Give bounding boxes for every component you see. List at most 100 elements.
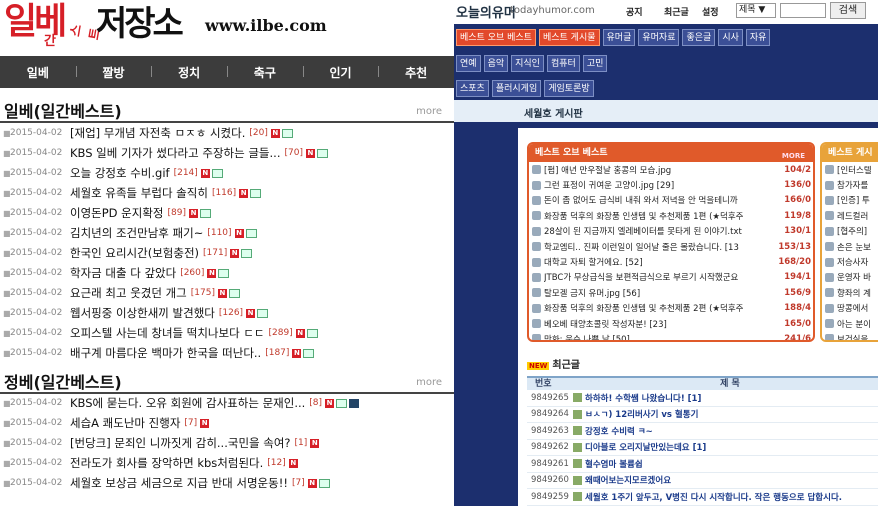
table-row[interactable]: 9849260 왜때어보는지모르겠어요 (527, 473, 878, 489)
post-title[interactable]: 디아블로 오리지날만있는데요 [1] (585, 441, 706, 453)
list-item[interactable]: ■ 2015-04-02 요근래 최고 웃겼던 개그 [175] N (0, 283, 454, 303)
list-item[interactable]: ■ 2015-04-02 [번당크] 문죄인 니까짓게 감히...국민을 속여? [1… (0, 433, 454, 453)
post-title[interactable]: 배구계 마름다운 백마가 한국을 떠난다.. (70, 345, 261, 361)
post-title[interactable]: 학자금 대출 다 갚았다 (70, 265, 176, 281)
post-title[interactable]: 이영돈PD 운지확정 (70, 205, 164, 221)
board-tab[interactable]: 연예 (456, 55, 481, 72)
list-item[interactable]: 만화: 운수 나쁜 날 [50] 241/6 (529, 331, 813, 340)
link-settings[interactable]: 설정 (702, 5, 719, 18)
list-item[interactable]: [인증] 투 (822, 193, 878, 208)
link-recent[interactable]: 최근글 (664, 5, 689, 18)
list-item[interactable]: ■ 2015-04-02 김치년의 조건만남후 패기~ [110] N (0, 223, 454, 243)
nav-politics[interactable]: 정치 (151, 64, 227, 81)
list-item[interactable]: 운영자 바 (822, 270, 878, 285)
list-item[interactable]: 학교엠티.. 진짜 이런일이 일어날 줄은 몰랐습니다. [13 153/13 (529, 239, 813, 254)
list-item[interactable]: [펌] 애년 만우절날 홍콩의 모습.jpg 104/2 (529, 162, 813, 177)
comment-count[interactable]: [126] (219, 308, 243, 318)
list-item[interactable]: 참가자를 (822, 177, 878, 192)
post-title[interactable]: 향좌의 계 (837, 287, 878, 299)
post-title[interactable]: 강정호 수비력 ㅋ~ (585, 425, 653, 437)
list-item[interactable]: ■ 2015-04-02 KBS 일베 기자가 썼다라고 주장하는 글들... [70… (0, 143, 454, 163)
best-of-best-title[interactable]: 베스트 오브 베스트 (535, 148, 608, 158)
table-row[interactable]: 9849262 디아블로 오리지날만있는데요 [1] (527, 440, 878, 456)
post-title[interactable]: JTBC가 무상급식을 보편적급식으로 부르기 시작했군요 (544, 271, 777, 283)
board-tab[interactable]: 컴퓨터 (546, 55, 580, 72)
list-item[interactable]: ■ 2015-04-02 오늘 강정호 수비.gif [214] N (0, 163, 454, 183)
ilbe-logo[interactable]: 일베 간 스트 저장소 www.ilbe.com (0, 0, 454, 56)
list-item[interactable]: ■ 2015-04-02 세월호 보상금 세금으로 지급 반대 서명운동!! [7] N (0, 473, 454, 493)
nav-recommend[interactable]: 추천 (378, 64, 454, 81)
post-title[interactable]: KBS 일베 기자가 썼다라고 주장하는 글들... (70, 145, 280, 161)
board-tab[interactable]: 베스트 오브 베스트 (456, 29, 536, 46)
comment-count[interactable]: [175] (191, 288, 215, 298)
list-item[interactable]: 레드컬러 (822, 208, 878, 223)
board-tab[interactable]: 베스트 게시물 (538, 29, 600, 46)
board-tab[interactable]: 유머자료 (638, 29, 680, 46)
post-title[interactable]: [인터스텔 (837, 164, 878, 176)
best-of-best-more[interactable]: MORE (782, 147, 805, 165)
best-board-header[interactable]: 베스트 게시 (822, 144, 878, 162)
list-item[interactable]: 보건실을 (822, 331, 878, 340)
post-title[interactable]: 돈이 좀 없어도 급식비 내줘 와서 저녁을 안 먹을테니까 (544, 194, 777, 206)
list-item[interactable]: [협주의] (822, 224, 878, 239)
post-title[interactable]: 아는 분이 (837, 318, 878, 330)
comment-count[interactable]: [89] (168, 208, 186, 218)
post-title[interactable]: 그런 표정이 귀여운 고양이.jpg [29] (544, 179, 777, 191)
table-row[interactable]: 9849264 ㅂㅅㄱ) 12리버사기 vs 혈통기 (527, 407, 878, 423)
post-title[interactable]: 김치년의 조건만남후 패기~ (70, 225, 203, 241)
nav-ilbe[interactable]: 일베 (0, 64, 76, 81)
list-item[interactable]: 베오베 태양초콜릿 작성자분! [23] 165/0 (529, 316, 813, 331)
post-title[interactable]: [펌] 애년 만우절날 홍콩의 모습.jpg (544, 164, 777, 176)
nav-popular[interactable]: 인기 (302, 64, 379, 81)
list-item[interactable]: 손은 눈보 (822, 239, 878, 254)
list-item[interactable]: ■ 2015-04-02 웹서핑중 이상한새끼 발견했다 [126] N (0, 303, 454, 323)
table-row[interactable]: 9849263 강정호 수비력 ㅋ~ (527, 423, 878, 440)
list-item[interactable]: JTBC가 무상급식을 보편적급식으로 부르기 시작했군요 194/1 (529, 270, 813, 285)
post-title[interactable]: 오피스텔 사는데 창녀들 떡치나보다 ㄷㄷ (70, 325, 264, 341)
post-title[interactable]: 손은 눈보 (837, 241, 878, 253)
comment-count[interactable]: [8] (309, 398, 322, 408)
comment-count[interactable]: [20] (249, 128, 267, 138)
post-title[interactable]: 세월호 유족들 부럽다 솔직히 (70, 185, 208, 201)
post-title[interactable]: 레드컬러 (837, 210, 878, 222)
post-title[interactable]: 세월호 보상금 세금으로 지급 반대 서명운동!! (70, 475, 288, 491)
post-title[interactable]: [협주의] (837, 225, 878, 237)
link-notice[interactable]: 공지 (626, 5, 643, 18)
list-item[interactable]: 저승사자 (822, 254, 878, 269)
table-row[interactable]: 9849261 혈수염마 볼륨쉽 (527, 456, 878, 473)
comment-count[interactable]: [7] (292, 478, 305, 488)
board-title[interactable]: 세월호 게시판 (524, 105, 583, 120)
list-item[interactable]: 향좌의 계 (822, 285, 878, 300)
todayhumor-logo[interactable]: 오늘의유머 (456, 2, 516, 21)
list-item[interactable]: ■ 2015-04-02 [재업] 무개념 자전축 ㅁㅈㅎ 시켰다. [20] N (0, 123, 454, 143)
list-item[interactable]: ■ 2015-04-02 한국인 요리시간(보험충전) [171] N (0, 243, 454, 263)
board-tab[interactable]: 시사 (718, 29, 743, 46)
post-title[interactable]: 탈모겔 금지 유머.jpg [56] (544, 287, 777, 299)
search-input[interactable] (780, 3, 826, 18)
post-title[interactable]: 전라도가 회사를 장악하면 kbs처럼된다. (70, 455, 263, 471)
comment-count[interactable]: [187] (265, 348, 289, 358)
post-title[interactable]: 세월호 1주기 앞두고, V병진 다시 시작합니다. 작은 행동으로 답합시다. (585, 491, 842, 503)
post-title[interactable]: 28살이 된 지금까지 엘레베이터를 못타게 된 이야기.txt (544, 225, 777, 237)
list-item[interactable]: ■ 2015-04-02 배구계 마름다운 백마가 한국을 떠난다.. [187] N (0, 343, 454, 363)
comment-count[interactable]: [260] (180, 268, 204, 278)
list-item[interactable]: 화장품 덕후의 화장품 인생템 및 추천제품 2편 (★덕후주 188/4 (529, 301, 813, 316)
list-item[interactable]: 대학교 자퇴 할거에요. [52] 168/20 (529, 254, 813, 269)
post-title[interactable]: 저승사자 (837, 256, 878, 268)
list-item[interactable]: ■ 2015-04-02 KBS에 묻는다. 오유 회원에 감사표하는 문재인...… (0, 393, 454, 413)
list-item[interactable]: ■ 2015-04-02 전라도가 회사를 장악하면 kbs처럼된다. [12] N (0, 453, 454, 473)
table-row[interactable]: 9849265 하하하! 수학쌤 나왔습니다! [1] (527, 390, 878, 407)
post-title[interactable]: 왜때어보는지모르겠어요 (585, 474, 671, 486)
comment-count[interactable]: [171] (203, 248, 227, 258)
board-tab[interactable]: 유머글 (602, 29, 636, 46)
nav-soccer[interactable]: 축구 (227, 64, 303, 81)
post-title[interactable]: [번당크] 문죄인 니까짓게 감히...국민을 속여? (70, 435, 291, 451)
post-title[interactable]: [인증] 투 (837, 194, 878, 206)
search-field-select[interactable]: 제목 ▼ (736, 3, 776, 18)
list-item[interactable]: 28살이 된 지금까지 엘레베이터를 못타게 된 이야기.txt 130/1 (529, 224, 813, 239)
list-item[interactable]: ■ 2015-04-02 세습A 쾌도난마 진행자 [7] N (0, 413, 454, 433)
post-title[interactable]: 참가자를 (837, 179, 878, 191)
post-title[interactable]: 혈수염마 볼륨쉽 (585, 458, 643, 470)
post-title[interactable]: 요근래 최고 웃겼던 개그 (70, 285, 187, 301)
list-item[interactable]: 화장품 덕후의 화장품 인생템 및 추천제품 1편 (★덕후주 119/8 (529, 208, 813, 223)
